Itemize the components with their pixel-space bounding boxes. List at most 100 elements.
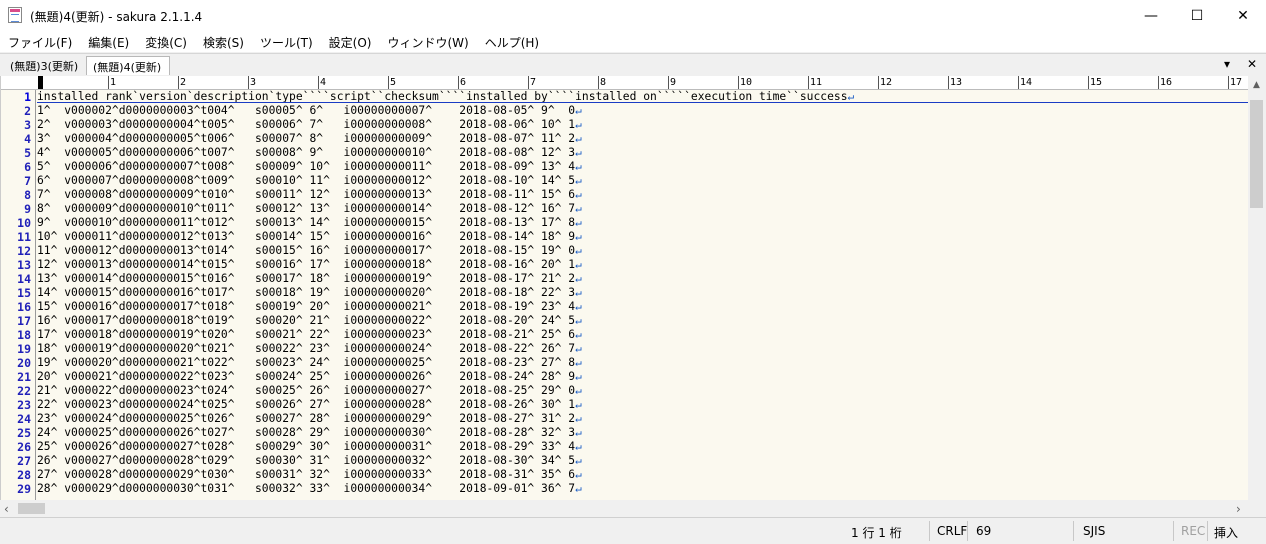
editor-line[interactable]: 7^ v000008^d0000000009^t010^ s00011^ 12^… (37, 188, 582, 202)
vertical-scrollbar[interactable]: ▲ (1248, 76, 1266, 500)
line-number[interactable]: 13 (1, 258, 31, 272)
scroll-right-icon[interactable]: › (1236, 502, 1241, 516)
line-number[interactable]: 14 (1, 272, 31, 286)
line-number[interactable]: 7 (1, 174, 31, 188)
ruler-label: 9 (668, 76, 677, 89)
tab-untitled-3[interactable]: (無題)3(更新) (4, 56, 86, 75)
line-number[interactable]: 1 (1, 90, 31, 104)
editor-line[interactable]: 26^ v000027^d0000000028^t029^ s00030^ 31… (37, 454, 582, 468)
editor-line[interactable]: 11^ v000012^d0000000013^t014^ s00015^ 16… (37, 244, 582, 258)
editor-line[interactable]: 25^ v000026^d0000000027^t028^ s00029^ 30… (37, 440, 582, 454)
line-text: 14^ v000015^d0000000016^t017^ s00018^ 19… (37, 286, 576, 299)
ruler-label: 12 (878, 76, 893, 89)
line-text: 7^ v000008^d0000000009^t010^ s00011^ 12^… (37, 188, 576, 201)
line-number[interactable]: 8 (1, 188, 31, 202)
ruler-label: 14 (1018, 76, 1033, 89)
editor-line[interactable]: 10^ v000011^d0000000012^t013^ s00014^ 15… (37, 230, 582, 244)
editor-line[interactable]: 27^ v000028^d0000000029^t030^ s00031^ 32… (37, 468, 582, 482)
editor-line[interactable]: 5^ v000006^d0000000007^t008^ s00009^ 10^… (37, 160, 582, 174)
text-area[interactable]: installed_rank`version`description`type`… (37, 90, 1249, 500)
editor-line[interactable]: 15^ v000016^d0000000017^t018^ s00019^ 20… (37, 300, 582, 314)
editor-line[interactable]: 8^ v000009^d0000000010^t011^ s00012^ 13^… (37, 202, 582, 216)
minimize-button[interactable]: — (1128, 0, 1174, 31)
line-number[interactable]: 11 (1, 230, 31, 244)
editor-line[interactable]: 21^ v000022^d0000000023^t024^ s00025^ 26… (37, 384, 582, 398)
editor-line[interactable]: 19^ v000020^d0000000021^t022^ s00023^ 24… (37, 356, 582, 370)
line-text: 16^ v000017^d0000000018^t019^ s00020^ 21… (37, 314, 576, 327)
tab-close-icon[interactable]: ✕ (1247, 57, 1257, 71)
editor-line[interactable]: 23^ v000024^d0000000025^t026^ s00027^ 28… (37, 412, 582, 426)
editor-line[interactable]: 12^ v000013^d0000000014^t015^ s00016^ 17… (37, 258, 582, 272)
line-number[interactable]: 20 (1, 356, 31, 370)
editor-line[interactable]: 2^ v000003^d0000000004^t005^ s00006^ 7^ … (37, 118, 582, 132)
editor-line[interactable]: 14^ v000015^d0000000016^t017^ s00018^ 19… (37, 286, 582, 300)
editor-line[interactable]: 9^ v000010^d0000000011^t012^ s00013^ 14^… (37, 216, 582, 230)
line-number[interactable]: 15 (1, 286, 31, 300)
line-number[interactable]: 22 (1, 384, 31, 398)
cursor-position: 1 行 1 桁 (851, 526, 902, 540)
horizontal-scrollbar[interactable]: ‹ › (0, 500, 1266, 517)
editor-pane[interactable]: 1 2 3 4 5 6 7 8 9 10 11 12 13 14 15 16 1… (0, 76, 1266, 500)
line-number[interactable]: 27 (1, 454, 31, 468)
line-number[interactable]: 3 (1, 118, 31, 132)
line-number[interactable]: 10 (1, 216, 31, 230)
eol-mark-icon: ↵ (575, 286, 582, 299)
editor-line[interactable]: 18^ v000019^d0000000020^t021^ s00022^ 23… (37, 342, 582, 356)
editor-line[interactable]: 28^ v000029^d0000000030^t031^ s00032^ 33… (37, 482, 582, 496)
ruler-label: 17 (1228, 76, 1243, 89)
encoding[interactable]: SJIS (1083, 524, 1105, 538)
horizontal-scroll-thumb[interactable] (18, 503, 45, 514)
ruler-label: 13 (948, 76, 963, 89)
line-number[interactable]: 19 (1, 342, 31, 356)
tab-bar: (無題)3(更新) (無題)4(更新) ▾ ✕ (0, 53, 1266, 77)
editor-line[interactable]: 20^ v000021^d0000000022^t023^ s00024^ 25… (37, 370, 582, 384)
close-button[interactable]: ✕ (1220, 0, 1266, 31)
editor-line[interactable]: 6^ v000007^d0000000008^t009^ s00010^ 11^… (37, 174, 582, 188)
line-number[interactable]: 2 (1, 104, 31, 118)
menu-help[interactable]: ヘルプ(H) (477, 31, 547, 52)
editor-line[interactable]: 3^ v000004^d0000000005^t006^ s00007^ 8^ … (37, 132, 582, 146)
ruler-label: 5 (388, 76, 397, 89)
scroll-left-icon[interactable]: ‹ (4, 502, 9, 516)
sakura-app-icon[interactable] (8, 7, 22, 23)
editor-line[interactable]: 22^ v000023^d0000000024^t025^ s00026^ 27… (37, 398, 582, 412)
line-number[interactable]: 18 (1, 328, 31, 342)
line-number[interactable]: 23 (1, 398, 31, 412)
line-number[interactable]: 26 (1, 440, 31, 454)
editor-line[interactable]: 1^ v000002^d0000000003^t004^ s00005^ 6^ … (37, 104, 582, 118)
editor-line[interactable]: 13^ v000014^d0000000015^t016^ s00017^ 18… (37, 272, 582, 286)
menu-convert[interactable]: 変換(C) (137, 31, 195, 52)
line-number[interactable]: 9 (1, 202, 31, 216)
maximize-button[interactable]: ☐ (1174, 0, 1220, 31)
line-number[interactable]: 24 (1, 412, 31, 426)
menu-edit[interactable]: 編集(E) (80, 31, 137, 52)
line-number[interactable]: 4 (1, 132, 31, 146)
line-number[interactable]: 25 (1, 426, 31, 440)
vertical-scroll-thumb[interactable] (1250, 100, 1263, 208)
menu-window[interactable]: ウィンドウ(W) (379, 31, 476, 52)
line-number[interactable]: 5 (1, 146, 31, 160)
editor-line[interactable]: 24^ v000025^d0000000026^t027^ s00028^ 29… (37, 426, 582, 440)
line-number[interactable]: 28 (1, 468, 31, 482)
line-number[interactable]: 12 (1, 244, 31, 258)
line-number-gutter[interactable]: 1 2 3 4 5 6 7 8 9 10 11 12 13 14 15 16 17 18 19 20 21 22 23 24 2… (1, 90, 36, 500)
editor-line[interactable]: 16^ v000017^d0000000018^t019^ s00020^ 21… (37, 314, 582, 328)
menu-file[interactable]: ファイル(F) (0, 31, 80, 52)
line-number[interactable]: 6 (1, 160, 31, 174)
editor-line[interactable]: 17^ v000018^d0000000019^t020^ s00021^ 22… (37, 328, 582, 342)
line-text: 18^ v000019^d0000000020^t021^ s00022^ 23… (37, 342, 576, 355)
line-number[interactable]: 16 (1, 300, 31, 314)
menu-search[interactable]: 検索(S) (195, 31, 252, 52)
line-number[interactable]: 21 (1, 370, 31, 384)
scroll-up-icon[interactable]: ▲ (1253, 80, 1260, 90)
line-number[interactable]: 29 (1, 482, 31, 496)
title-bar[interactable]: (無題)4(更新) - sakura 2.1.1.4 — ☐ ✕ (0, 0, 1266, 31)
tab-list-icon[interactable]: ▾ (1224, 57, 1230, 71)
ruler-label: 15 (1088, 76, 1103, 89)
char-code: 69 (976, 524, 992, 538)
line-number[interactable]: 17 (1, 314, 31, 328)
menu-settings[interactable]: 設定(O) (321, 31, 380, 52)
editor-line[interactable]: 4^ v000005^d0000000006^t007^ s00008^ 9^ … (37, 146, 582, 160)
menu-tools[interactable]: ツール(T) (252, 31, 321, 52)
tab-untitled-4[interactable]: (無題)4(更新) (86, 56, 170, 75)
